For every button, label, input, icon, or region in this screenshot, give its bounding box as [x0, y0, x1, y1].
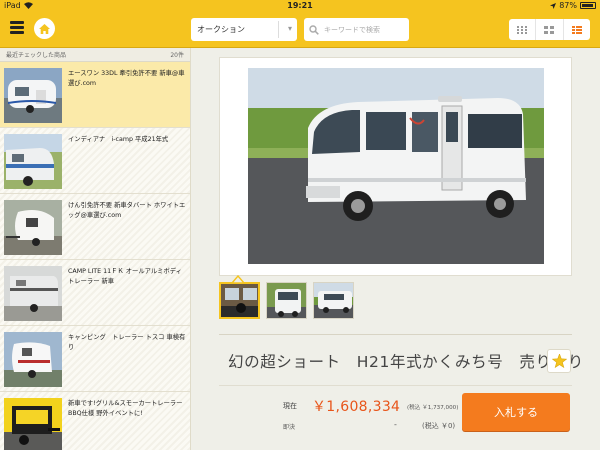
star-icon: [551, 354, 567, 368]
detail-icon: [571, 25, 582, 34]
list-item[interactable]: けん引免許不要 新車タバート ホワイトエッグ@車選び.com: [0, 194, 190, 260]
buy-now-price: -: [394, 420, 397, 429]
bid-button[interactable]: 入札する: [462, 393, 570, 431]
photo-thumbnail[interactable]: [266, 282, 307, 319]
list-item[interactable]: エースワン 33DL 牽引免許不要 新車@車選び.com: [0, 62, 190, 128]
search-input[interactable]: [324, 25, 404, 34]
item-thumbnail: [4, 68, 62, 123]
photo-thumbnail[interactable]: [313, 282, 354, 319]
item-title: 幻の超ショート H21年式かくみち号 売り切り: [228, 353, 584, 371]
location-icon: [550, 2, 557, 9]
home-button[interactable]: [34, 18, 55, 39]
list-item[interactable]: CAMP LITE 11ＦＫ オールアルミボディトレーラー 新車: [0, 260, 190, 326]
recent-items-sidebar: 最近チェックした商品 20件 エースワン 33DL 牽引免許不要 新車@車選び.…: [0, 48, 191, 450]
view-toggle: [509, 19, 590, 40]
list-grid-icon: [517, 25, 528, 34]
item-thumbnail: [4, 398, 62, 450]
list-item-title: キャンピング トレーラー トスコ 車検有り: [68, 334, 186, 351]
status-bar: iPad 19:21 87%: [0, 0, 600, 11]
item-thumbnail: [4, 134, 62, 189]
buy-now-tax: (税込 ￥0): [422, 422, 456, 430]
grid-icon: [544, 25, 555, 34]
item-thumbnail: [4, 200, 62, 255]
current-price: ￥1,608,334: [312, 399, 401, 415]
list-item-title: インディアナ i-camp 平成21年式: [68, 136, 169, 143]
app-header: オークション ▾: [0, 11, 600, 48]
item-thumbnail: [4, 266, 62, 321]
list-item-title: エースワン 33DL 牽引免許不要 新車@車選び.com: [68, 70, 185, 87]
item-thumbnail: [4, 332, 62, 387]
category-select-value: オークション: [197, 25, 245, 34]
sidebar-header: 最近チェックした商品 20件: [0, 48, 190, 62]
favorite-button[interactable]: [547, 349, 571, 373]
menu-icon[interactable]: [10, 21, 24, 34]
view-list-grid-button[interactable]: [509, 19, 537, 40]
status-right: 87%: [550, 1, 596, 10]
search-box[interactable]: [304, 18, 409, 41]
list-item[interactable]: キャンピング トレーラー トスコ 車検有り: [0, 326, 190, 392]
category-select[interactable]: オークション ▾: [191, 18, 297, 41]
divider: [219, 385, 572, 386]
battery-percent: 87%: [559, 1, 577, 10]
list-item[interactable]: 新車です!グリル&スモーカートレーラーBBQ仕様 野外イベントに!: [0, 392, 190, 450]
home-icon: [39, 23, 50, 34]
search-icon: [309, 24, 319, 35]
main-photo[interactable]: [248, 68, 544, 264]
clock: 19:21: [287, 1, 313, 10]
list-item-title: けん引免許不要 新車タバート ホワイトエッグ@車選び.com: [68, 202, 186, 219]
current-price-tax: (税込 ￥1,737,000): [407, 405, 459, 411]
item-detail-panel: 幻の超ショート H21年式かくみち号 売り切り 現在 ￥1,608,334 (税…: [191, 48, 600, 450]
photo-thumbnail[interactable]: [219, 282, 260, 319]
list-item-title: CAMP LITE 11ＦＫ オールアルミボディトレーラー 新車: [68, 268, 182, 285]
battery-icon: [580, 2, 596, 9]
buy-now-label: 即決: [283, 424, 296, 431]
current-price-label: 現在: [283, 402, 297, 410]
sidebar-heading: 最近チェックした商品: [6, 52, 67, 59]
divider: [219, 334, 572, 335]
view-grid-button[interactable]: [536, 19, 564, 40]
view-detail-button[interactable]: [564, 19, 590, 40]
photo-thumbnails: [219, 282, 354, 319]
list-item-title: 新車です!グリル&スモーカートレーラーBBQ仕様 野外イベントに!: [68, 400, 183, 417]
list-item[interactable]: インディアナ i-camp 平成21年式: [0, 128, 190, 194]
chevron-down-icon: ▾: [287, 24, 292, 33]
sidebar-count: 20件: [170, 52, 184, 59]
selected-thumbnail-pointer: [232, 275, 244, 283]
